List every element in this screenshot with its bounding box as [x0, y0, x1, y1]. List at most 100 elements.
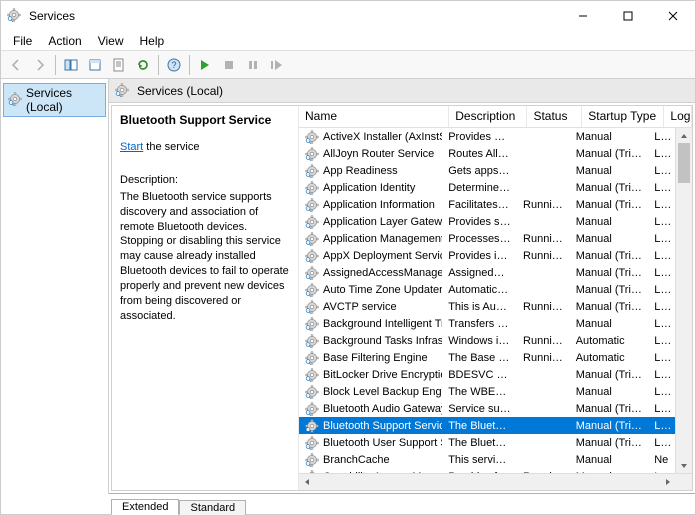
pause-service-button[interactable] — [242, 54, 264, 76]
toolbar-separator — [189, 55, 190, 75]
column-status[interactable]: Status — [527, 106, 582, 127]
service-name-cell: Application Layer Gateway S... — [299, 215, 442, 229]
forward-button[interactable] — [29, 54, 51, 76]
service-logon: Loc — [648, 335, 675, 347]
menu-file[interactable]: File — [5, 32, 40, 50]
service-row[interactable]: Application IdentityDetermines ...Manual… — [299, 179, 675, 196]
service-icon — [305, 317, 319, 331]
service-icon — [305, 198, 319, 212]
service-startup: Manual — [570, 165, 649, 177]
service-description: Determines ... — [442, 182, 517, 194]
service-description: Provides infr... — [442, 250, 517, 262]
service-row[interactable]: BitLocker Drive Encryption S...BDESVC ho… — [299, 366, 675, 383]
service-row[interactable]: Application ManagementProcesses in...Run… — [299, 230, 675, 247]
scroll-left-icon[interactable] — [299, 474, 314, 490]
service-startup: Manual (Trigg... — [570, 284, 649, 296]
menubar: File Action View Help — [1, 31, 695, 51]
restart-service-button[interactable] — [266, 54, 288, 76]
stop-service-button[interactable] — [218, 54, 240, 76]
service-logon: Loc — [648, 199, 675, 211]
service-name: Bluetooth Support Service — [323, 420, 442, 432]
horizontal-scrollbar[interactable] — [299, 473, 692, 490]
properties-button[interactable] — [108, 54, 130, 76]
service-logon: Loc — [648, 437, 675, 449]
scroll-thumb[interactable] — [678, 143, 690, 183]
service-row[interactable]: Application Information Facilitates th...… — [299, 196, 675, 213]
service-row[interactable]: App ReadinessGets apps re...ManualLoc — [299, 162, 675, 179]
tree-item-services-local[interactable]: Services (Local) — [3, 83, 106, 117]
service-icon — [305, 232, 319, 246]
column-startup[interactable]: Startup Type — [582, 106, 664, 127]
refresh-button[interactable] — [132, 54, 154, 76]
menu-view[interactable]: View — [90, 32, 132, 50]
service-name: Bluetooth Audio Gateway Se... — [323, 403, 442, 415]
body: Services (Local) Services (Local) Blueto… — [1, 79, 695, 494]
service-row[interactable]: Auto Time Zone UpdaterAutomaticall...Man… — [299, 281, 675, 298]
services-icon — [8, 92, 22, 108]
maximize-button[interactable] — [605, 1, 650, 31]
service-row[interactable]: AVCTP serviceThis is Audio...RunningManu… — [299, 298, 675, 315]
service-startup: Manual — [570, 131, 649, 143]
service-name-cell: ActiveX Installer (AxInstSV) — [299, 130, 442, 144]
service-name-cell: Block Level Backup Engine S... — [299, 385, 442, 399]
start-service-link[interactable]: Start — [120, 141, 143, 153]
close-button[interactable] — [650, 1, 695, 31]
menu-action[interactable]: Action — [40, 32, 89, 50]
window: Services File Action View Help ? — [0, 0, 696, 515]
service-startup: Manual (Trigg... — [570, 403, 649, 415]
service-row[interactable]: Background Tasks Infrastruc...Windows in… — [299, 332, 675, 349]
service-row[interactable]: AppX Deployment Service (A...Provides in… — [299, 247, 675, 264]
help-button[interactable]: ? — [163, 54, 185, 76]
service-description: Facilitates th... — [442, 199, 517, 211]
vertical-scrollbar[interactable] — [675, 128, 692, 473]
column-logon[interactable]: Log On As — [664, 106, 692, 127]
show-hide-tree-button[interactable] — [60, 54, 82, 76]
service-startup: Manual — [570, 233, 649, 245]
service-row[interactable]: Background Intelligent Tran...Transfers … — [299, 315, 675, 332]
service-description: The WBENGI... — [442, 386, 517, 398]
service-row[interactable]: Block Level Backup Engine S...The WBENGI… — [299, 383, 675, 400]
service-name-cell: AllJoyn Router Service — [299, 147, 442, 161]
service-icon — [305, 419, 319, 433]
service-row[interactable]: Bluetooth Support ServiceThe Bluetoo...M… — [299, 417, 675, 434]
service-name: AVCTP service — [323, 301, 397, 313]
service-row[interactable]: BranchCacheThis service ...ManualNe — [299, 451, 675, 468]
scroll-up-icon[interactable] — [676, 128, 692, 143]
scroll-right-icon[interactable] — [660, 474, 675, 490]
service-row[interactable]: AllJoyn Router ServiceRoutes AllJoy...Ma… — [299, 145, 675, 162]
view-tabs: Extended Standard — [1, 494, 695, 514]
service-icon — [305, 368, 319, 382]
service-name: BitLocker Drive Encryption S... — [323, 369, 442, 381]
service-row[interactable]: AssignedAccessManager Ser...AssignedAcc.… — [299, 264, 675, 281]
column-name[interactable]: Name — [299, 106, 449, 127]
menu-help[interactable]: Help — [132, 32, 173, 50]
service-name-cell: AVCTP service — [299, 300, 442, 314]
description-label: Description: — [120, 173, 290, 188]
service-startup: Manual (Trigg... — [570, 199, 649, 211]
export-button[interactable] — [84, 54, 106, 76]
service-row[interactable]: Bluetooth User Support Serv...The Blueto… — [299, 434, 675, 451]
services-icon — [115, 83, 131, 99]
tree-pane: Services (Local) — [1, 79, 109, 494]
tab-standard[interactable]: Standard — [179, 500, 246, 515]
start-service-button[interactable] — [194, 54, 216, 76]
service-list: Name Description Status Startup Type Log… — [298, 106, 692, 490]
service-description: This service ... — [442, 454, 517, 466]
service-row[interactable]: ActiveX Installer (AxInstSV)Provides Use… — [299, 128, 675, 145]
service-row[interactable]: Bluetooth Audio Gateway Se...Service sup… — [299, 400, 675, 417]
svg-text:?: ? — [171, 60, 176, 70]
service-status: Running — [517, 250, 570, 262]
service-row[interactable]: Application Layer Gateway S...Provides s… — [299, 213, 675, 230]
column-description[interactable]: Description — [449, 106, 527, 127]
service-name-cell: Application Identity — [299, 181, 442, 195]
service-icon — [305, 147, 319, 161]
back-button[interactable] — [5, 54, 27, 76]
minimize-button[interactable] — [560, 1, 605, 31]
scroll-down-icon[interactable] — [676, 458, 692, 473]
service-row[interactable]: Base Filtering EngineThe Base Filt...Run… — [299, 349, 675, 366]
service-name: Application Information — [323, 199, 435, 211]
service-startup: Manual (Trigg... — [570, 420, 649, 432]
service-name-cell: Base Filtering Engine — [299, 351, 442, 365]
tab-extended[interactable]: Extended — [111, 499, 179, 515]
service-logon: Loc — [648, 284, 675, 296]
